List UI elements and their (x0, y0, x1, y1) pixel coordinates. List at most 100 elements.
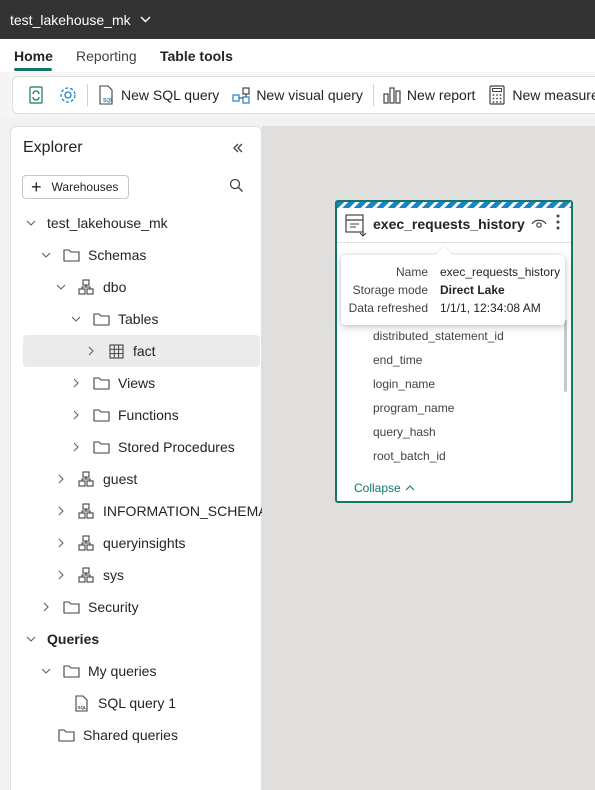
tree-item-label: My queries (88, 663, 157, 679)
chevron-down-icon[interactable] (39, 668, 53, 674)
table-icon (107, 343, 125, 359)
chevron-right-icon[interactable] (69, 378, 83, 388)
tree-item-label: Queries (47, 631, 100, 647)
tree-item-label: Stored Procedures (118, 439, 235, 455)
table-card[interactable]: exec_requests_history distributed_statem… (335, 200, 573, 503)
schema-icon (77, 503, 95, 519)
collapse-label: Collapse (354, 481, 401, 495)
chevron-down-icon[interactable] (140, 16, 151, 23)
collapse-panel-icon[interactable] (232, 141, 244, 159)
new-report-button[interactable]: New report (382, 85, 475, 105)
chevron-right-icon[interactable] (69, 410, 83, 420)
chevron-down-icon[interactable] (39, 252, 53, 258)
search-icon[interactable] (229, 178, 244, 198)
folder-icon (62, 600, 80, 614)
new-measure-label: New measure (512, 87, 595, 103)
tree-item-label: guest (103, 471, 138, 487)
workspace-name[interactable]: test_lakehouse_mk (10, 12, 131, 28)
tab-reporting[interactable]: Reporting (76, 48, 137, 64)
tooltip-row-refreshed: Data refreshed 1/1/1, 12:34:08 AM (341, 301, 565, 317)
bar-chart-icon (382, 85, 402, 105)
tree-item-stored-procedures[interactable]: Stored Procedures (69, 433, 235, 461)
collapse-button[interactable]: Collapse (354, 481, 415, 495)
refresh-icon[interactable] (25, 84, 47, 106)
card-scrollbar[interactable] (564, 320, 567, 392)
calculator-icon (487, 85, 507, 105)
new-sql-query-label: New SQL query (121, 87, 220, 103)
ribbon-tabs: Home Reporting Table tools (0, 39, 595, 72)
tree-item-queries[interactable]: Queries (24, 625, 99, 653)
tree-item-dbo[interactable]: dbo (54, 273, 126, 301)
column-item[interactable]: program_name (373, 401, 454, 415)
visual-query-icon (231, 85, 251, 105)
tab-table-tools[interactable]: Table tools (160, 48, 233, 64)
tree-item-security[interactable]: Security (39, 593, 139, 621)
eye-icon[interactable] (531, 217, 547, 235)
tree-item-views[interactable]: Views (69, 369, 155, 397)
chevron-right-icon[interactable] (54, 474, 68, 484)
card-header-stripe (337, 202, 571, 208)
ribbon-separator (372, 84, 374, 106)
folder-icon (62, 248, 80, 262)
tooltip-key: Name (395, 265, 428, 279)
column-item[interactable]: root_batch_id (373, 449, 446, 463)
chevron-right-icon[interactable] (84, 346, 98, 356)
tooltip-value: exec_requests_history (440, 265, 561, 279)
new-visual-query-button[interactable]: New visual query (231, 85, 363, 105)
card-title: exec_requests_history (373, 216, 525, 232)
chevron-right-icon[interactable] (54, 570, 68, 580)
tree-item-label: INFORMATION_SCHEMA (103, 503, 268, 519)
chevron-right-icon[interactable] (54, 538, 68, 548)
chevron-down-icon[interactable] (69, 316, 83, 322)
tooltip-value: Direct Lake (440, 283, 505, 297)
table-info-tooltip: Name exec_requests_history Storage mode … (341, 246, 565, 325)
chevron-down-icon[interactable] (24, 636, 38, 642)
more-options-icon[interactable] (556, 214, 560, 235)
title-bar: test_lakehouse_mk (0, 0, 595, 39)
new-report-label: New report (406, 87, 476, 103)
column-item[interactable]: login_name (373, 377, 435, 391)
tooltip-row-name: Name exec_requests_history (341, 265, 565, 281)
explorer-title: Explorer (23, 139, 83, 156)
schema-icon (77, 567, 95, 583)
tree-item-label: Security (88, 599, 139, 615)
tooltip-key: Data refreshed (348, 301, 428, 315)
chevron-down-icon[interactable] (24, 220, 38, 226)
sql-file-icon: SQL (72, 694, 90, 712)
tree-item-sys[interactable]: sys (54, 561, 124, 589)
ribbon-separator (87, 84, 88, 106)
chevron-right-icon[interactable] (39, 602, 53, 612)
add-warehouses-button[interactable]: + Warehouses (22, 175, 129, 199)
tree-item-fact[interactable]: fact (23, 335, 260, 367)
folder-icon (92, 440, 110, 454)
new-sql-query-button[interactable]: SQL New SQL query (96, 85, 219, 105)
schema-icon (77, 535, 95, 551)
tree-item-shared-queries[interactable]: Shared queries (57, 721, 178, 749)
chevron-down-icon[interactable] (54, 284, 68, 290)
column-item[interactable]: distributed_statement_id (373, 329, 504, 343)
chevron-right-icon[interactable] (54, 506, 68, 516)
chevron-right-icon[interactable] (69, 442, 83, 452)
tree-item-label: queryinsights (103, 535, 186, 551)
tooltip-row-storage: Storage mode Direct Lake (341, 283, 565, 299)
tree-item-label: dbo (103, 279, 127, 295)
tree-item-tables[interactable]: Tables (69, 305, 158, 333)
tree-item-sql-query-1[interactable]: SQL SQL query 1 (72, 689, 176, 717)
column-item[interactable]: query_hash (373, 425, 436, 439)
new-measure-button[interactable]: New measure (487, 85, 595, 105)
tree-item-guest[interactable]: guest (54, 465, 137, 493)
ribbon-area: SQL New SQL query New visual query New r… (0, 72, 595, 118)
tree-item-lakehouse[interactable]: test_lakehouse_mk (24, 209, 168, 237)
tab-home[interactable]: Home (14, 48, 53, 64)
column-item[interactable]: end_time (373, 353, 422, 367)
active-tab-indicator (14, 68, 52, 71)
table-sync-icon (345, 214, 369, 243)
chevron-up-icon (405, 485, 415, 491)
tree-item-queryinsights[interactable]: queryinsights (54, 529, 186, 557)
gear-icon[interactable] (57, 84, 79, 106)
tree-item-label: fact (133, 343, 156, 359)
tree-item-information-schema[interactable]: INFORMATION_SCHEMA (54, 497, 268, 525)
tree-item-schemas[interactable]: Schemas (39, 241, 146, 269)
tree-item-my-queries[interactable]: My queries (39, 657, 156, 685)
tree-item-functions[interactable]: Functions (69, 401, 179, 429)
